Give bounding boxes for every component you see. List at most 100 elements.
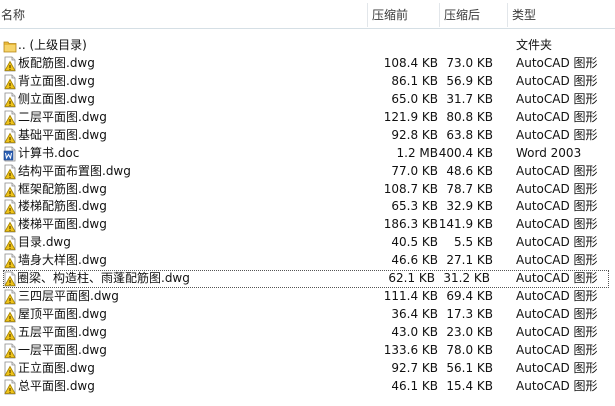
file-type: AutoCAD 图形 <box>516 109 598 124</box>
original-size: 62.1 KB <box>388 271 435 286</box>
compressed-size: 80.8 KB <box>446 109 493 124</box>
file-row[interactable]: 五层平面图.dwg 43.0 KB 23.0 KB AutoCAD 图形 <box>0 324 615 342</box>
file-name: 结构平面布置图.dwg <box>18 163 131 178</box>
compressed-size: 23.0 KB <box>446 325 493 339</box>
compressed-size: 31.7 KB <box>446 91 493 106</box>
file-name: 墙身大样图.dwg <box>18 253 107 268</box>
file-row[interactable]: 框架配筋图.dwg 108.7 KB 78.7 KB AutoCAD 图形 <box>0 181 615 199</box>
dwg-file-icon <box>3 74 17 90</box>
file-name: 屋顶平面图.dwg <box>18 307 107 322</box>
file-name: 二层平面图.dwg <box>18 109 107 124</box>
file-name: 一层平面图.dwg <box>18 342 107 357</box>
dwg-file-icon <box>3 289 17 305</box>
file-type: AutoCAD 图形 <box>516 271 598 286</box>
file-name: 框架配筋图.dwg <box>18 181 107 196</box>
dwg-file-icon <box>3 235 17 251</box>
compressed-size: 63.8 KB <box>446 127 493 142</box>
original-size: 121.9 KB <box>383 109 438 124</box>
original-size: 133.6 KB <box>383 342 438 357</box>
file-name: 正立面图.dwg <box>18 360 95 375</box>
compressed-size: 31.2 KB <box>443 271 490 286</box>
original-size: 40.5 KB <box>391 235 438 250</box>
file-type: Word 2003 <box>516 145 582 160</box>
column-header: 名称 压缩前 压缩后 类型 <box>0 0 615 29</box>
file-type: AutoCAD 图形 <box>516 253 598 268</box>
original-size: 46.6 KB <box>391 253 438 268</box>
file-type: AutoCAD 图形 <box>516 307 598 322</box>
file-type: AutoCAD 图形 <box>516 325 598 339</box>
file-type: AutoCAD 图形 <box>516 73 598 88</box>
file-row[interactable]: 一层平面图.dwg 133.6 KB 78.0 KB AutoCAD 图形 <box>0 342 615 360</box>
file-row[interactable]: 圈梁、构造柱、雨蓬配筋图.dwg 62.1 KB 31.2 KB AutoCAD 图形 <box>3 270 609 289</box>
column-divider[interactable] <box>439 3 440 27</box>
file-row[interactable]: 结构平面布置图.dwg 77.0 KB 48.6 KB AutoCAD 图形 <box>0 163 615 181</box>
file-name: 侧立面图.dwg <box>18 91 95 106</box>
file-row[interactable]: 板配筋图.dwg 108.4 KB 73.0 KB AutoCAD 图形 <box>0 55 615 73</box>
dwg-file-icon <box>3 164 17 180</box>
original-size: 1.2 MB <box>396 145 438 160</box>
dwg-file-icon <box>3 199 17 215</box>
compressed-size: 78.0 KB <box>446 342 493 357</box>
file-type: AutoCAD 图形 <box>516 199 598 214</box>
file-row[interactable]: 楼梯平面图.dwg 186.3 KB 141.9 KB AutoCAD 图形 <box>0 216 615 234</box>
compressed-size: 73.0 KB <box>446 55 493 70</box>
column-header-original-size[interactable]: 压缩前 <box>372 8 408 22</box>
file-type: AutoCAD 图形 <box>516 91 598 106</box>
file-row[interactable]: 背立面图.dwg 86.1 KB 56.9 KB AutoCAD 图形 <box>0 73 615 91</box>
file-row[interactable]: 楼梯配筋图.dwg 65.3 KB 32.9 KB AutoCAD 图形 <box>0 198 615 216</box>
original-size: 108.7 KB <box>383 181 438 196</box>
column-header-type[interactable]: 类型 <box>512 8 536 22</box>
file-row[interactable]: 总平面图.dwg 46.1 KB 15.4 KB AutoCAD 图形 <box>0 378 615 396</box>
file-name: 板配筋图.dwg <box>18 55 95 70</box>
file-name: 楼梯配筋图.dwg <box>18 199 107 214</box>
dwg-file-icon <box>3 92 17 108</box>
folder-icon <box>3 38 17 54</box>
file-type: AutoCAD 图形 <box>516 127 598 142</box>
compressed-size: 400.4 KB <box>438 145 493 160</box>
file-type: AutoCAD 图形 <box>516 378 598 393</box>
dwg-file-icon <box>3 361 17 377</box>
column-header-compressed-size[interactable]: 压缩后 <box>444 8 480 22</box>
file-name: .. (上级目录) <box>18 38 87 52</box>
original-size: 108.4 KB <box>383 55 438 70</box>
file-type: 文件夹 <box>516 38 553 52</box>
file-name: 计算书.doc <box>18 145 80 160</box>
original-size: 86.1 KB <box>391 73 438 88</box>
file-row[interactable]: 基础平面图.dwg 92.8 KB 63.8 KB AutoCAD 图形 <box>0 127 615 145</box>
dwg-file-icon <box>3 182 17 198</box>
file-row[interactable]: 二层平面图.dwg 121.9 KB 80.8 KB AutoCAD 图形 <box>0 109 615 127</box>
original-size: 111.4 KB <box>383 289 438 304</box>
dwg-file-icon <box>3 343 17 359</box>
file-row[interactable]: 正立面图.dwg 92.7 KB 56.1 KB AutoCAD 图形 <box>0 360 615 378</box>
original-size: 186.3 KB <box>383 217 438 232</box>
compressed-size: 5.5 KB <box>454 235 493 250</box>
file-type: AutoCAD 图形 <box>516 360 598 375</box>
dwg-file-icon <box>3 271 17 287</box>
file-row[interactable]: 墙身大样图.dwg 46.6 KB 27.1 KB AutoCAD 图形 <box>0 252 615 270</box>
file-type: AutoCAD 图形 <box>516 289 598 304</box>
dwg-file-icon <box>3 253 17 269</box>
file-name: 五层平面图.dwg <box>18 325 107 339</box>
column-header-name[interactable]: 名称 <box>1 8 25 22</box>
file-row[interactable]: 计算书.doc 1.2 MB 400.4 KB Word 2003 <box>0 145 615 163</box>
compressed-size: 15.4 KB <box>446 378 493 393</box>
column-divider[interactable] <box>507 3 508 27</box>
file-row[interactable]: 侧立面图.dwg 65.0 KB 31.7 KB AutoCAD 图形 <box>0 91 615 109</box>
original-size: 92.8 KB <box>391 127 438 142</box>
compressed-size: 78.7 KB <box>446 181 493 196</box>
file-name: 三四层平面图.dwg <box>18 289 119 304</box>
file-type: AutoCAD 图形 <box>516 181 598 196</box>
compressed-size: 69.4 KB <box>446 289 493 304</box>
original-size: 77.0 KB <box>391 163 438 178</box>
file-row[interactable]: 三四层平面图.dwg 111.4 KB 69.4 KB AutoCAD 图形 <box>0 288 615 306</box>
file-row[interactable]: 屋顶平面图.dwg 36.4 KB 17.3 KB AutoCAD 图形 <box>0 306 615 324</box>
column-divider[interactable] <box>367 3 368 27</box>
file-row[interactable]: 目录.dwg 40.5 KB 5.5 KB AutoCAD 图形 <box>0 234 615 252</box>
compressed-size: 141.9 KB <box>438 217 493 232</box>
parent-directory-row[interactable]: .. (上级目录) 文件夹 <box>0 37 615 55</box>
original-size: 65.0 KB <box>391 91 438 106</box>
file-name: 楼梯平面图.dwg <box>18 217 107 232</box>
dwg-file-icon <box>3 128 17 144</box>
file-type: AutoCAD 图形 <box>516 342 598 357</box>
file-list: .. (上级目录) 文件夹 板配筋图.dwg 108.4 KB 73.0 KB Aut… <box>0 37 615 396</box>
